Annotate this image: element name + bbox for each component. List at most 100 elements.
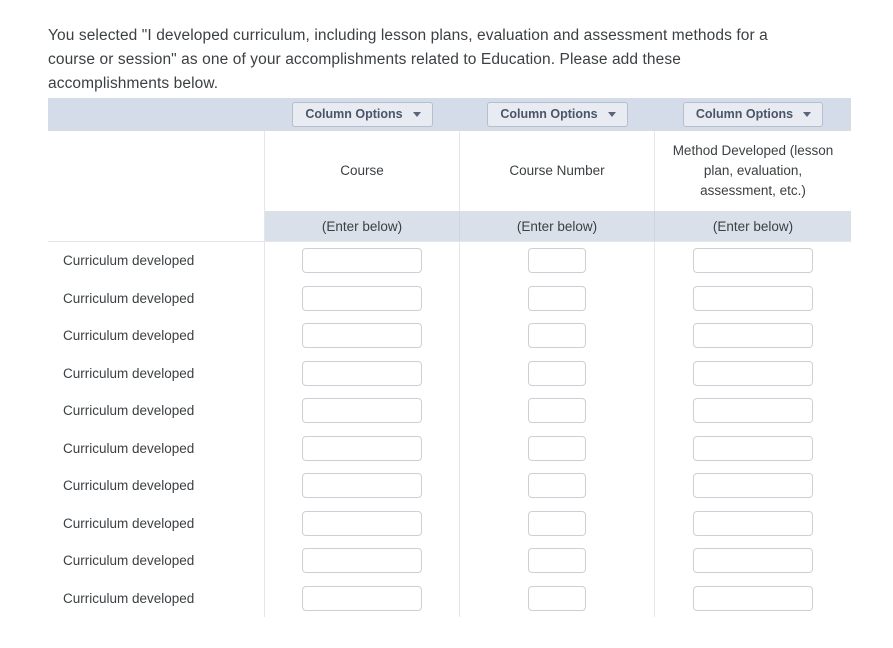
cell-input[interactable] (528, 285, 586, 311)
table-cell (655, 280, 851, 318)
column-options-cell-2: Column Options (460, 102, 655, 127)
enter-below-row: (Enter below) (Enter below) (Enter below… (48, 211, 851, 241)
table-cell (460, 392, 655, 430)
row-label: Curriculum developed (48, 354, 265, 392)
column-options-button-course[interactable]: Column Options (292, 102, 433, 127)
table-cell (655, 242, 851, 280)
table-cell (265, 579, 460, 617)
table-cell (655, 317, 851, 355)
cell-input[interactable] (528, 548, 586, 574)
cell-input[interactable] (528, 398, 586, 424)
row-label: Curriculum developed (48, 542, 265, 580)
table-row: Curriculum developed (48, 429, 851, 468)
table-cell (460, 242, 655, 280)
table-cell (265, 504, 460, 542)
table-cell (265, 429, 460, 467)
table-cell (460, 467, 655, 505)
table-cell (460, 317, 655, 355)
column-options-button-method-developed[interactable]: Column Options (682, 102, 824, 127)
table-row: Curriculum developed (48, 579, 851, 618)
column-options-button-label-1: Column Options (305, 107, 403, 121)
table-cell (655, 392, 851, 430)
cell-input[interactable] (693, 360, 813, 386)
table-cell (655, 355, 851, 393)
row-header-title-cell (48, 131, 265, 211)
cell-input[interactable] (302, 248, 422, 274)
column-options-cell-1: Column Options (265, 102, 460, 127)
cell-input[interactable] (302, 510, 422, 536)
cell-input[interactable] (693, 323, 813, 349)
cell-input[interactable] (693, 510, 813, 536)
table-cell (265, 354, 460, 392)
table-cell (460, 579, 655, 617)
table-cell (460, 429, 655, 467)
cell-input[interactable] (693, 473, 813, 499)
cell-input[interactable] (302, 548, 422, 574)
column-title-row: Course Course Number Method Developed (l… (48, 131, 851, 211)
table-cell (265, 542, 460, 580)
row-label: Curriculum developed (48, 429, 265, 467)
cell-input[interactable] (693, 398, 813, 424)
cell-input[interactable] (302, 585, 422, 611)
table-row: Curriculum developed (48, 392, 851, 430)
table-cell (655, 580, 851, 618)
page-intro-text: You selected "I developed curriculum, in… (48, 26, 768, 92)
table-cell (460, 279, 655, 317)
column-title-course: Course (265, 131, 460, 211)
table-row: Curriculum developed (48, 242, 851, 280)
cell-input[interactable] (693, 548, 813, 574)
row-label: Curriculum developed (48, 579, 265, 617)
row-label: Curriculum developed (48, 279, 265, 317)
cell-input[interactable] (528, 510, 586, 536)
cell-input[interactable] (528, 473, 586, 499)
table-cell (265, 279, 460, 317)
table-row: Curriculum developed (48, 279, 851, 318)
enter-below-course: (Enter below) (265, 211, 460, 241)
cell-input[interactable] (693, 585, 813, 611)
cell-input[interactable] (528, 585, 586, 611)
cell-input[interactable] (528, 360, 586, 386)
column-options-header-row: Column Options Column Options Column Opt… (48, 98, 851, 131)
cell-input[interactable] (302, 398, 422, 424)
row-label: Curriculum developed (48, 317, 265, 355)
table-row: Curriculum developed (48, 467, 851, 505)
table-row: Curriculum developed (48, 354, 851, 393)
table-row: Curriculum developed (48, 317, 851, 355)
chevron-down-icon (803, 112, 812, 117)
cell-input[interactable] (528, 435, 586, 461)
cell-input[interactable] (528, 248, 586, 274)
row-label: Curriculum developed (48, 504, 265, 542)
cell-input[interactable] (302, 285, 422, 311)
row-label: Curriculum developed (48, 392, 265, 430)
table-body: Curriculum developed Curriculum developed… (48, 241, 851, 617)
cell-input[interactable] (528, 323, 586, 349)
column-options-cell-3: Column Options (655, 102, 851, 127)
cell-input[interactable] (693, 248, 813, 274)
column-title-course-number: Course Number (460, 131, 655, 211)
row-label: Curriculum developed (48, 242, 265, 280)
chevron-down-icon (412, 112, 421, 117)
table-cell (460, 354, 655, 392)
cell-input[interactable] (302, 473, 422, 499)
enter-below-blank-cell (48, 211, 265, 241)
cell-input[interactable] (302, 435, 422, 461)
table-cell (460, 504, 655, 542)
table-cell (460, 542, 655, 580)
table-cell (655, 430, 851, 468)
cell-input[interactable] (302, 360, 422, 386)
cell-input[interactable] (693, 435, 813, 461)
table-cell (655, 467, 851, 505)
table-row: Curriculum developed (48, 542, 851, 580)
column-options-button-course-number[interactable]: Column Options (487, 102, 628, 127)
chevron-down-icon (607, 112, 616, 117)
table-cell (265, 317, 460, 355)
column-options-button-label-2: Column Options (500, 107, 598, 121)
column-title-method-developed: Method Developed (lesson plan, evaluatio… (672, 143, 834, 198)
cell-input[interactable] (302, 323, 422, 349)
enter-below-course-number: (Enter below) (460, 211, 655, 241)
table-cell (655, 505, 851, 543)
table-cell (265, 242, 460, 280)
table-cell (655, 542, 851, 580)
table-cell (265, 467, 460, 505)
cell-input[interactable] (693, 285, 813, 311)
